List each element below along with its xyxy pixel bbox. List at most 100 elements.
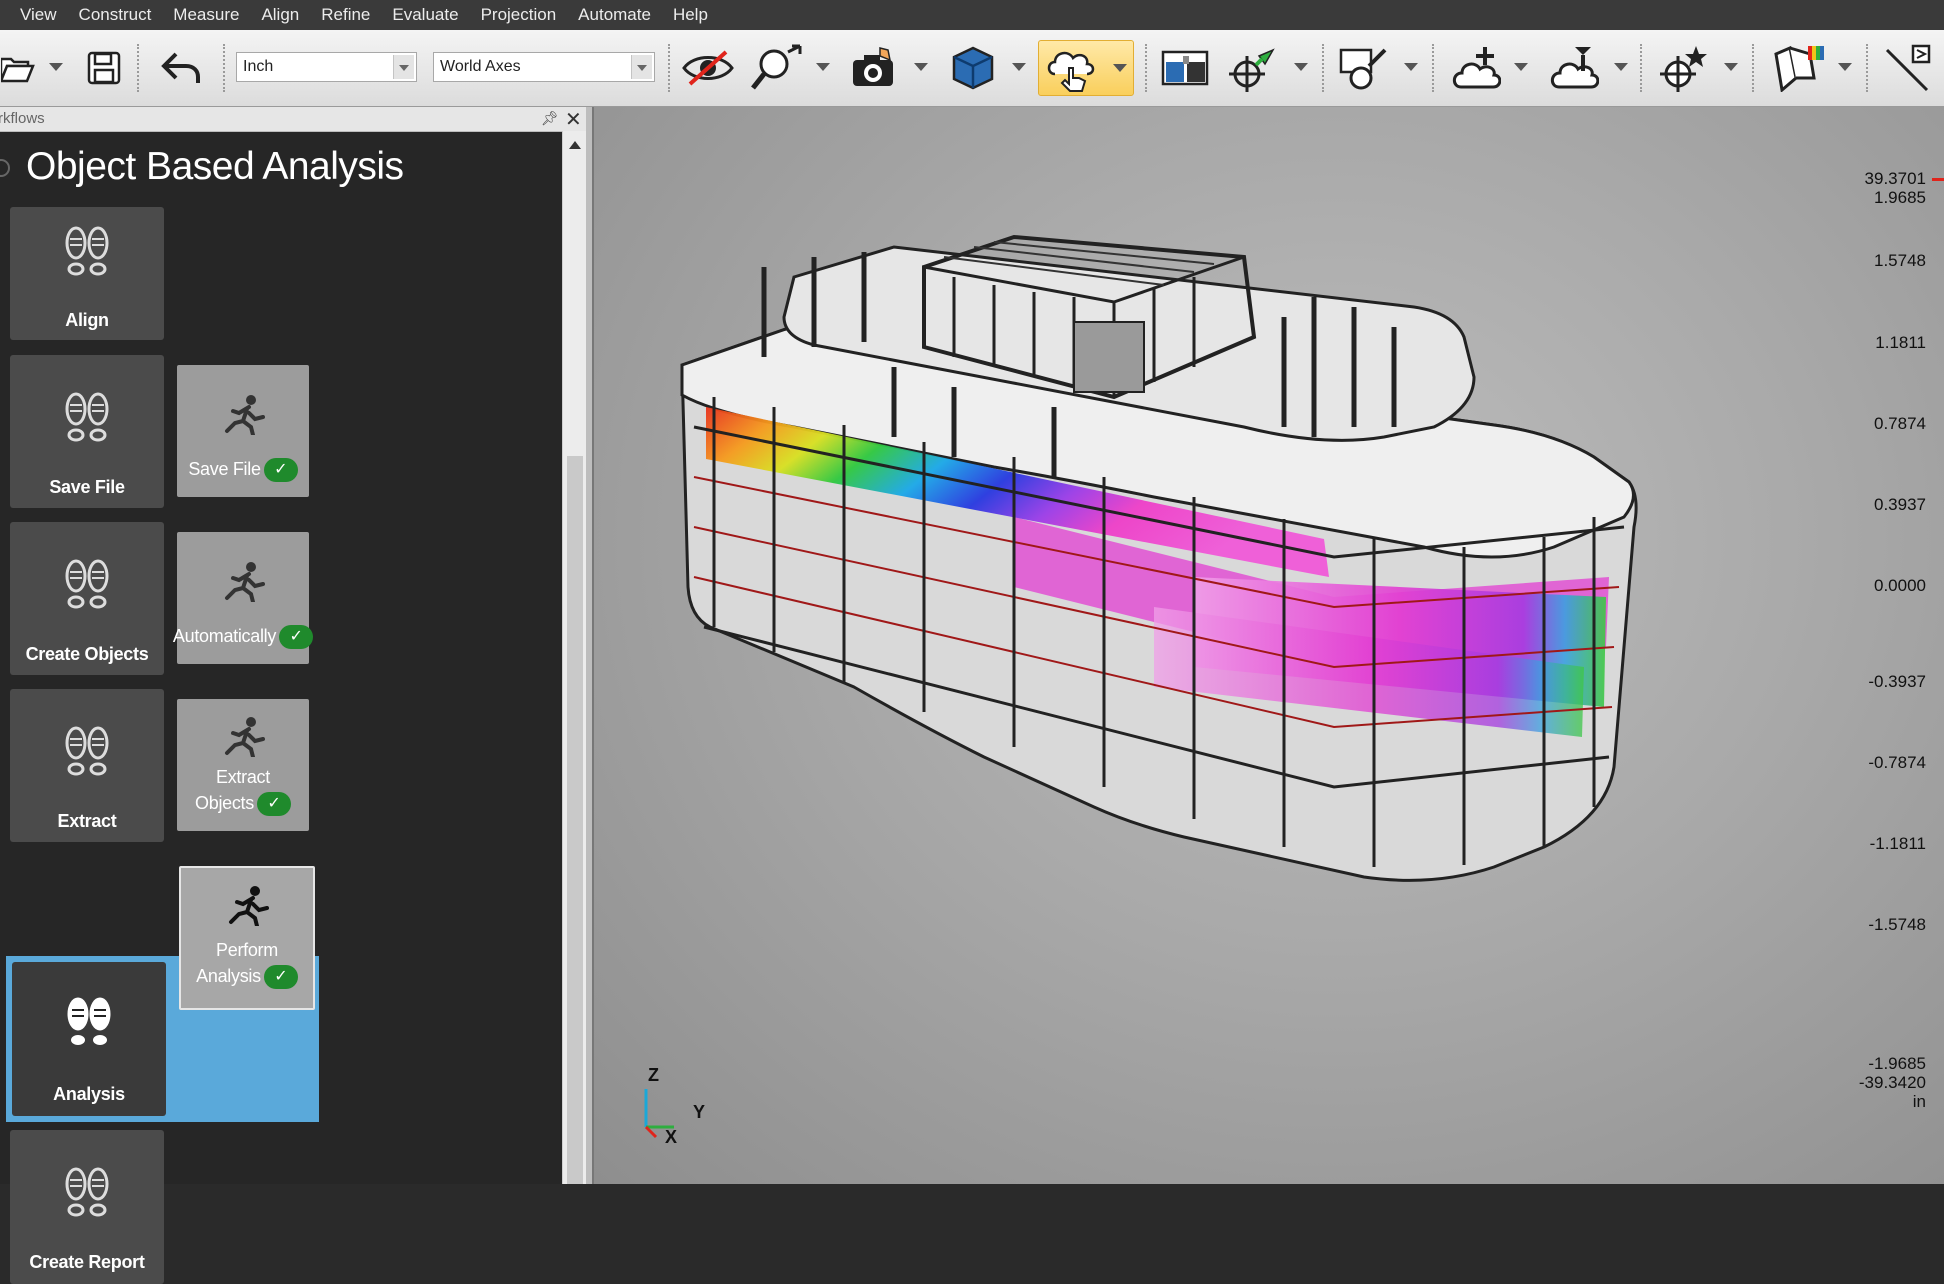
task-label: Objects ✓ — [177, 791, 309, 817]
measure-distance-icon[interactable] — [1882, 44, 1934, 92]
step-label: Save File — [49, 477, 125, 497]
step-create-objects[interactable]: Create Objects — [10, 522, 164, 675]
menu-evaluate[interactable]: Evaluate — [381, 0, 469, 30]
camera-icon[interactable] — [848, 44, 900, 92]
scale-max: 39.3701 1.9685 — [1865, 169, 1926, 207]
step-align[interactable]: Align — [10, 207, 164, 340]
dropdown-arrow[interactable] — [1012, 63, 1026, 71]
checkmark-icon: ✓ — [263, 458, 298, 483]
task-label-text: Objects — [195, 793, 254, 813]
open-folder-icon[interactable] — [0, 44, 36, 92]
step-create-report[interactable]: Create Report — [10, 1130, 164, 1284]
menu-help[interactable]: Help — [662, 0, 719, 30]
dropdown-arrow[interactable] — [1724, 63, 1738, 71]
save-disk-icon[interactable] — [84, 44, 124, 92]
task-extract-objects[interactable]: Extract Objects ✓ — [177, 699, 309, 831]
runner-icon — [229, 886, 269, 926]
dropdown-arrow[interactable] — [1294, 63, 1308, 71]
split-view-icon[interactable] — [1160, 44, 1210, 92]
color-map-icon[interactable] — [1770, 44, 1828, 92]
menu-measure[interactable]: Measure — [162, 0, 250, 30]
panel-title: rkflows — [0, 110, 45, 127]
menu-construct[interactable]: Construct — [68, 0, 163, 30]
panel-scrollbar[interactable] — [562, 131, 587, 1184]
dropdown-arrow[interactable] — [1514, 63, 1528, 71]
menu-refine[interactable]: Refine — [310, 0, 381, 30]
scale-bottom-value: -39.3420 — [1858, 1073, 1926, 1092]
zoom-extents-icon[interactable] — [748, 44, 806, 92]
scale-value: -0.3937 — [1868, 672, 1926, 691]
probe-icon[interactable] — [1338, 44, 1390, 92]
panel-header: rkflows 📌︎ ✕ — [0, 107, 592, 132]
back-icon[interactable] — [0, 159, 10, 177]
units-combo-value: Inch — [243, 58, 274, 75]
dropdown-arrow[interactable] — [1838, 63, 1852, 71]
task-label-line1: Perform — [216, 940, 278, 960]
cloud-hand-icon — [1047, 51, 1095, 92]
cloud-filter-icon[interactable] — [1548, 44, 1600, 92]
scroll-up-arrow[interactable] — [569, 141, 581, 149]
building-model[interactable] — [594, 107, 1944, 1184]
toolbar-separator — [223, 44, 225, 92]
scale-value: 0.7874 — [1874, 414, 1926, 433]
step-save-file[interactable]: Save File — [10, 355, 164, 508]
runner-icon — [225, 717, 265, 757]
footprints-icon — [67, 997, 111, 1045]
scale-marker — [1932, 178, 1944, 181]
cloud-select-tool-button[interactable] — [1038, 40, 1134, 96]
add-cloud-icon[interactable] — [1450, 44, 1502, 92]
task-automatically[interactable]: Automatically ✓ — [173, 532, 314, 664]
open-dropdown-arrow[interactable] — [49, 63, 63, 71]
checkmark-icon: ✓ — [256, 792, 291, 817]
pick-point-icon[interactable] — [1228, 44, 1280, 92]
view-cube-icon[interactable] — [948, 44, 998, 92]
footprints-icon — [65, 1167, 109, 1217]
scale-value: 1.5748 — [1874, 251, 1926, 270]
toolbar-separator — [1752, 44, 1754, 92]
hide-eye-icon[interactable] — [680, 44, 736, 92]
chevron-down-icon[interactable] — [631, 55, 652, 79]
task-label-line1: Extract — [216, 767, 270, 787]
undo-icon[interactable] — [158, 44, 206, 92]
task-label-text: Analysis — [196, 966, 261, 986]
runner-icon — [225, 562, 265, 602]
axes-combo-value: World Axes — [440, 58, 521, 75]
dropdown-arrow[interactable] — [816, 63, 830, 71]
close-icon[interactable]: ✕ — [565, 107, 582, 132]
pin-icon[interactable]: 📌︎ — [541, 110, 559, 127]
step-label: Create Objects — [25, 644, 149, 664]
scale-value: 1.1811 — [1875, 333, 1926, 352]
dropdown-arrow[interactable] — [914, 63, 928, 71]
scale-unit: in — [1912, 1092, 1926, 1111]
task-perform-analysis[interactable]: Perform Analysis ✓ — [179, 866, 315, 1010]
scale-min: -1.9685 -39.3420 in — [1859, 1054, 1926, 1111]
dropdown-arrow[interactable] — [1614, 63, 1628, 71]
task-label: Save File ✓ — [177, 457, 309, 483]
axis-x-label: X — [665, 1127, 678, 1147]
task-label: Automatically ✓ — [163, 624, 323, 650]
toolbar-separator — [1145, 44, 1147, 92]
task-save-file[interactable]: Save File ✓ — [177, 365, 309, 497]
menu-view[interactable]: View — [0, 0, 68, 30]
menu-projection[interactable]: Projection — [470, 0, 568, 30]
3d-viewport[interactable]: 39.3701 1.9685 1.5748 1.1811 0.7874 0.39… — [594, 107, 1944, 1184]
task-label: Analysis ✓ — [181, 964, 313, 990]
toolbar-separator — [1640, 44, 1642, 92]
menu-automate[interactable]: Automate — [567, 0, 662, 30]
footprints-icon — [65, 559, 109, 609]
dropdown-arrow[interactable] — [1113, 64, 1127, 72]
units-combo[interactable]: Inch — [236, 52, 417, 82]
step-extract[interactable]: Extract — [10, 689, 164, 842]
task-label-text: Automatically — [172, 626, 277, 646]
axis-triad-icon — [644, 1089, 674, 1139]
menu-align[interactable]: Align — [250, 0, 310, 30]
chevron-down-icon[interactable] — [393, 55, 414, 79]
scroll-thumb[interactable] — [567, 456, 583, 1184]
scale-value: -0.7874 — [1868, 753, 1926, 772]
dropdown-arrow[interactable] — [1404, 63, 1418, 71]
toolbar-separator — [1866, 44, 1868, 92]
target-star-icon[interactable] — [1656, 44, 1712, 92]
step-analysis[interactable]: Analysis — [12, 962, 166, 1116]
axes-combo[interactable]: World Axes — [433, 52, 655, 82]
scale-value: -1.1811 — [1869, 834, 1926, 853]
